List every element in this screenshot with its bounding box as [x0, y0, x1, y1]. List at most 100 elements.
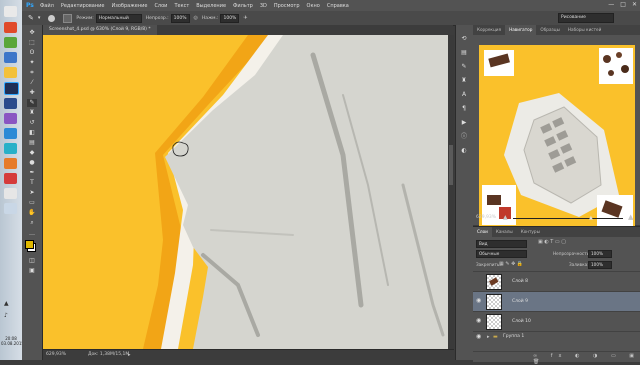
paragraph-icon[interactable]: ¶ [460, 105, 468, 112]
zoom-slider-track[interactable] [513, 218, 623, 219]
canvas[interactable] [43, 35, 448, 349]
start-icon[interactable] [4, 6, 17, 17]
app-icon[interactable] [4, 98, 17, 109]
layer-name[interactable]: Слой 10 [512, 319, 531, 324]
lock-icons[interactable]: ▦ ✎ ✥ 🔒 [499, 261, 523, 267]
menu-image[interactable]: Изображение [111, 3, 147, 9]
zoom-slider-thumb[interactable]: ▲ [589, 215, 593, 221]
brush-size-icon[interactable] [48, 14, 56, 22]
layer-row[interactable]: ◉ Слой 9 [473, 291, 640, 311]
marquee-tool-icon[interactable]: ⬚ [27, 39, 37, 47]
menu-select[interactable]: Выделение [196, 3, 226, 9]
shape-tool-icon[interactable]: ▭ [27, 199, 37, 207]
close-icon[interactable]: ✕ [632, 1, 637, 8]
layer-filter-select[interactable]: Вид [476, 240, 527, 248]
menu-window[interactable]: Окно [307, 3, 320, 9]
vertical-scrollbar[interactable] [448, 35, 454, 349]
eye-icon[interactable]: ◉ [476, 298, 483, 304]
document-tab[interactable]: Screenshot_4.psd @ 630% (Слой 9, RGB/8) … [43, 25, 157, 35]
eraser-icon[interactable]: ◧ [27, 129, 37, 137]
path-select-icon[interactable]: ➤ [27, 189, 37, 197]
brush-panel-icon[interactable] [63, 13, 73, 23]
layer-opacity-input[interactable]: 100% [588, 250, 612, 258]
app-icon[interactable] [4, 52, 17, 63]
minimize-icon[interactable]: — [608, 1, 614, 8]
eye-icon[interactable]: ◉ [476, 334, 483, 340]
maximize-icon[interactable]: □ [620, 1, 626, 8]
navigator-zoom-readout[interactable]: 629,93% [476, 215, 496, 220]
tab-navigator[interactable]: Навигатор [505, 25, 537, 35]
menu-3d[interactable]: 3D [260, 3, 267, 9]
tab-channels[interactable]: Каналы [492, 227, 517, 237]
menu-file[interactable]: Файл [40, 3, 54, 9]
layer-name[interactable]: Слой 8 [512, 279, 528, 284]
tablet-pressure-icon[interactable]: ◎ [194, 15, 198, 21]
clone-stamp-icon[interactable]: ♜ [27, 109, 37, 117]
photoshop-icon[interactable] [4, 82, 19, 95]
crop-tool-icon[interactable]: ⌗ [27, 69, 37, 77]
tab-brush-presets[interactable]: Наборы кистей [564, 25, 605, 35]
quick-select-icon[interactable]: ✦ [27, 59, 37, 67]
brush-tool-icon[interactable]: ✎ [27, 99, 37, 107]
menu-type[interactable]: Текст [174, 3, 189, 9]
brush-presets-icon[interactable]: ✎ [460, 63, 468, 70]
menu-help[interactable]: Справка [327, 3, 349, 9]
tray-icon[interactable]: ▲ [4, 300, 17, 311]
layer-row[interactable]: Слой 8 [473, 271, 640, 291]
character-icon[interactable]: A [460, 91, 468, 98]
hand-tool-icon[interactable]: ✋ [27, 209, 37, 217]
opacity-input[interactable]: 100% [170, 13, 190, 23]
browser-icon[interactable] [4, 22, 17, 33]
workspace-select[interactable]: Рисование [558, 13, 614, 23]
zoom-out-icon[interactable]: ▲ [503, 214, 508, 221]
gradient-icon[interactable]: ▤ [27, 139, 37, 147]
foreground-color-swatch[interactable] [25, 240, 34, 249]
pen-tool-icon[interactable]: ✒ [27, 169, 37, 177]
chevron-down-icon[interactable]: ▾ [38, 15, 41, 21]
status-menu-icon[interactable]: ▸ [128, 350, 131, 360]
type-tool-icon[interactable]: T [27, 179, 37, 187]
tab-adjustments[interactable]: Коррекция [473, 25, 505, 35]
dodge-tool-icon[interactable]: ● [27, 159, 37, 167]
quick-mask-icon[interactable]: ◫ [27, 257, 37, 265]
menu-edit[interactable]: Редактирование [61, 3, 105, 9]
pressure-input[interactable]: 100% [220, 13, 240, 23]
menu-filter[interactable]: Фильтр [233, 3, 253, 9]
zoom-readout[interactable]: 629,93% [46, 350, 66, 360]
history-brush-icon[interactable]: ↺ [27, 119, 37, 127]
blur-tool-icon[interactable]: ◆ [27, 149, 37, 157]
adjustments-icon[interactable]: ◐ [460, 147, 468, 154]
actions-icon[interactable]: ▶ [460, 119, 468, 126]
history-icon[interactable]: ⟲ [460, 35, 468, 42]
layer-row[interactable]: ◉ Слой 10 [473, 311, 640, 331]
layer-group-row[interactable]: ◉ ▸ ▬ Группа 1 [473, 331, 640, 342]
app-icon[interactable] [4, 158, 17, 169]
tab-swatches[interactable]: Образцы [536, 25, 564, 35]
navigator-preview[interactable] [479, 45, 635, 230]
clone-source-icon[interactable]: ♜ [460, 77, 468, 84]
eyedropper-icon[interactable]: ⁄ [27, 79, 37, 87]
lasso-tool-icon[interactable]: ʘ [27, 49, 37, 57]
menu-view[interactable]: Просмотр [274, 3, 300, 9]
app-icon[interactable] [4, 128, 17, 139]
airbrush-icon[interactable]: ✈ [243, 15, 247, 21]
zoom-tool-icon[interactable]: ⌕ [27, 219, 37, 227]
volume-icon[interactable]: ♪ [4, 312, 17, 323]
mode-select[interactable]: Нормальный [95, 13, 142, 23]
app-icon[interactable] [4, 143, 17, 154]
scrollbar-thumb[interactable] [449, 145, 453, 185]
screen-mode-icon[interactable]: ▣ [27, 267, 37, 275]
healing-brush-icon[interactable]: ✚ [27, 89, 37, 97]
eye-icon[interactable]: ◉ [476, 318, 483, 324]
app-icon[interactable] [4, 173, 17, 184]
app-icon[interactable] [4, 37, 17, 48]
filter-icons[interactable]: ▣ ◐ T ▭ ▢ [538, 239, 566, 245]
brush-tool-icon[interactable]: ✎ [28, 14, 34, 22]
tab-paths[interactable]: Контуры [517, 227, 544, 237]
layer-name[interactable]: Группа 1 [503, 334, 524, 339]
folder-icon[interactable] [4, 67, 17, 78]
layer-actions-icons[interactable]: ∞ fx ◐ ◑ ▭ ▣ 🗑 [533, 353, 640, 365]
chevron-right-icon[interactable]: ▸ [487, 334, 490, 340]
move-tool-icon[interactable]: ✥ [27, 29, 37, 37]
blend-mode-select[interactable]: Обычные [476, 250, 527, 258]
